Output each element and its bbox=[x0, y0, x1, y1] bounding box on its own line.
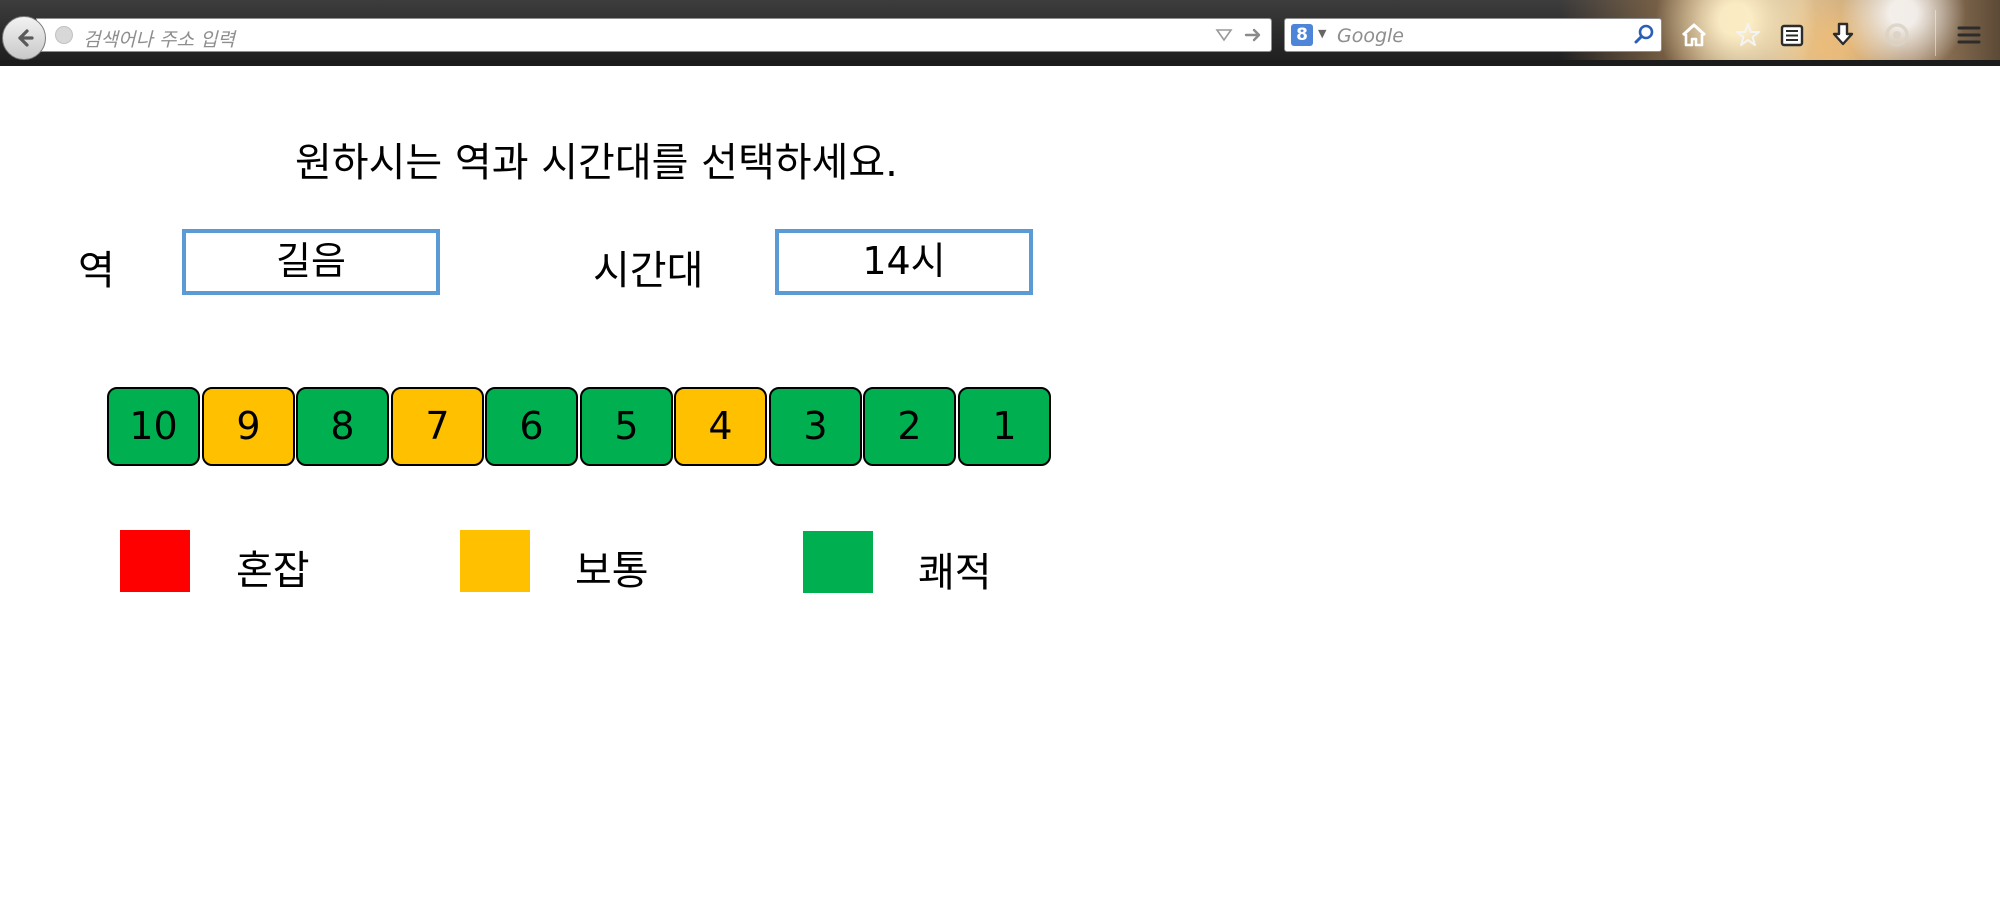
station-label: 역 bbox=[78, 248, 115, 294]
bookmarks-list-icon bbox=[1780, 24, 1804, 47]
download-arrow-icon bbox=[1832, 22, 1854, 46]
search-icon[interactable] bbox=[1633, 24, 1655, 46]
sync-button[interactable] bbox=[1880, 18, 1914, 52]
toolbar-separator bbox=[1935, 10, 1936, 56]
legend-label-comfortable: 쾌적 bbox=[918, 550, 992, 596]
engine-dropdown-icon[interactable]: ▼ bbox=[1318, 27, 1326, 40]
train-car[interactable]: 7 bbox=[391, 387, 484, 466]
search-bar[interactable]: 8 ▼ Google bbox=[1284, 18, 1662, 52]
search-engine-icon[interactable]: 8 bbox=[1291, 24, 1313, 46]
station-select[interactable]: 길음 bbox=[182, 229, 440, 295]
browser-toolbar: 검색어나 주소 입력 8 ▼ Google bbox=[0, 0, 2000, 66]
train-cars: 10 9 8 7 6 5 4 3 2 1 bbox=[107, 387, 1052, 468]
train-car[interactable]: 1 bbox=[958, 387, 1051, 466]
train-car[interactable]: 5 bbox=[580, 387, 673, 466]
home-button[interactable] bbox=[1677, 18, 1711, 52]
back-button[interactable] bbox=[2, 16, 46, 60]
legend-swatch-normal bbox=[460, 530, 530, 592]
legend-label-normal: 보통 bbox=[575, 548, 649, 594]
address-bar[interactable]: 검색어나 주소 입력 bbox=[36, 18, 1272, 52]
train-car[interactable]: 3 bbox=[769, 387, 862, 466]
train-car[interactable]: 10 bbox=[107, 387, 200, 466]
train-car[interactable]: 2 bbox=[863, 387, 956, 466]
train-car[interactable]: 6 bbox=[485, 387, 578, 466]
train-car[interactable]: 9 bbox=[202, 387, 295, 466]
downloads-button[interactable] bbox=[1826, 18, 1860, 52]
bookmarks-list-button[interactable] bbox=[1775, 18, 1809, 52]
train-car[interactable]: 8 bbox=[296, 387, 389, 466]
time-select[interactable]: 14시 bbox=[775, 229, 1033, 295]
legend-label-crowded: 혼잡 bbox=[236, 548, 310, 594]
hamburger-menu-icon bbox=[1957, 26, 1981, 44]
bookmark-star-button[interactable] bbox=[1731, 18, 1765, 52]
go-arrow-icon[interactable] bbox=[1243, 25, 1263, 45]
globe-icon bbox=[55, 26, 73, 44]
time-label: 시간대 bbox=[593, 248, 704, 294]
legend-swatch-crowded bbox=[120, 530, 190, 592]
train-car[interactable]: 4 bbox=[674, 387, 767, 466]
page-title: 원하시는 역과 시간대를 선택하세요. bbox=[295, 140, 898, 186]
sync-icon bbox=[1885, 23, 1909, 47]
toolbar-bottom-edge bbox=[0, 60, 2000, 66]
star-icon bbox=[1736, 23, 1760, 46]
menu-button[interactable] bbox=[1952, 18, 1986, 52]
legend-swatch-comfortable bbox=[803, 531, 873, 593]
search-bar-placeholder: Google bbox=[1337, 25, 1405, 47]
address-bar-placeholder: 검색어나 주소 입력 bbox=[83, 29, 235, 51]
history-dropdown-icon[interactable] bbox=[1215, 27, 1233, 43]
back-arrow-icon bbox=[18, 29, 34, 47]
home-icon bbox=[1681, 23, 1707, 47]
